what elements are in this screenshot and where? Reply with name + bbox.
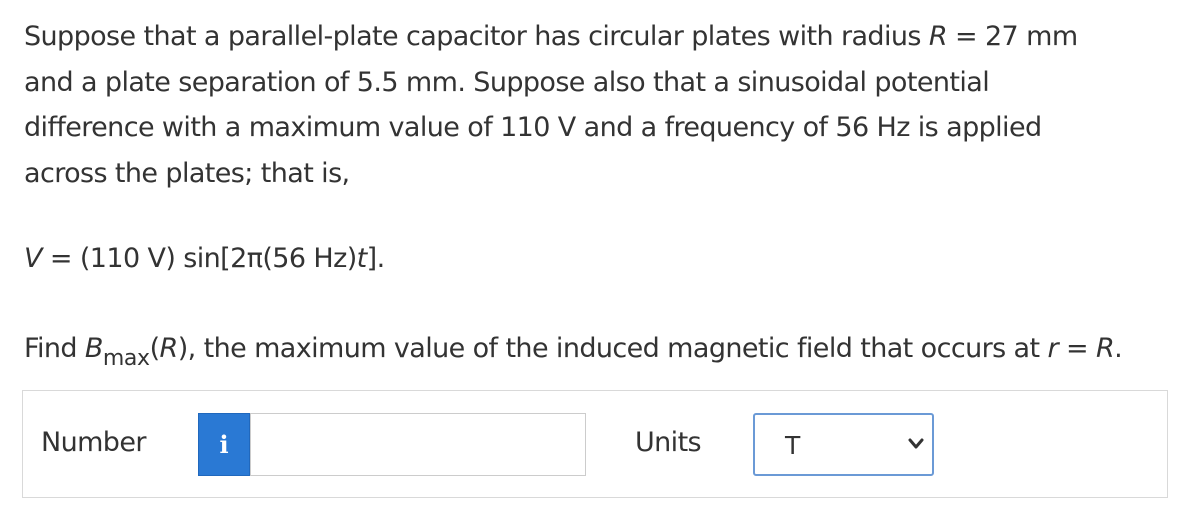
chevron-down-icon (908, 438, 924, 449)
problem-text: Suppose that a parallel-plate capacitor … (24, 21, 929, 52)
question-part: ( (149, 333, 161, 364)
units-dropdown[interactable]: T (753, 413, 934, 476)
number-label: Number (41, 427, 146, 458)
problem-text: = 27 mm (946, 21, 1078, 52)
variable-r: R (928, 21, 948, 52)
problem-statement: Suppose that a parallel-plate capacitor … (24, 14, 1164, 196)
info-button[interactable]: i (198, 413, 250, 476)
question-part: . (1114, 333, 1123, 364)
number-input[interactable] (250, 413, 586, 476)
question-text: Find Bmax(R), the maximum value of the i… (24, 326, 1123, 373)
problem-line-4: across the plates; that is, (24, 157, 350, 189)
variable-b: B (84, 333, 104, 364)
problem-line-1: Suppose that a parallel-plate capacitor … (24, 14, 1164, 60)
variable-t: t (356, 243, 368, 274)
units-label: Units (635, 427, 702, 458)
variable-small-r: r (1047, 333, 1058, 364)
variable-r: R (159, 333, 179, 364)
problem-line-3: difference with a maximum value of 110 V… (24, 112, 1042, 143)
voltage-equation: V = (110 V) sin[2π(56 Hz)t]. (24, 236, 385, 281)
subscript-max: max (102, 346, 150, 371)
equation-text: ]. (366, 243, 386, 274)
info-icon: i (219, 429, 229, 459)
question-part: ), the maximum value of the induced magn… (177, 333, 1048, 364)
question-part: Find (24, 333, 85, 364)
question-part: = (1057, 333, 1096, 364)
variable-v: V (24, 243, 42, 274)
units-selected-value: T (785, 431, 801, 460)
equation-text: = (110 V) sin[2π(56 Hz) (41, 243, 357, 274)
problem-line-2: and a plate separation of 5.5 mm. Suppos… (24, 66, 990, 98)
answer-panel: Number i Units T (22, 390, 1168, 498)
variable-r: R (1095, 333, 1115, 364)
